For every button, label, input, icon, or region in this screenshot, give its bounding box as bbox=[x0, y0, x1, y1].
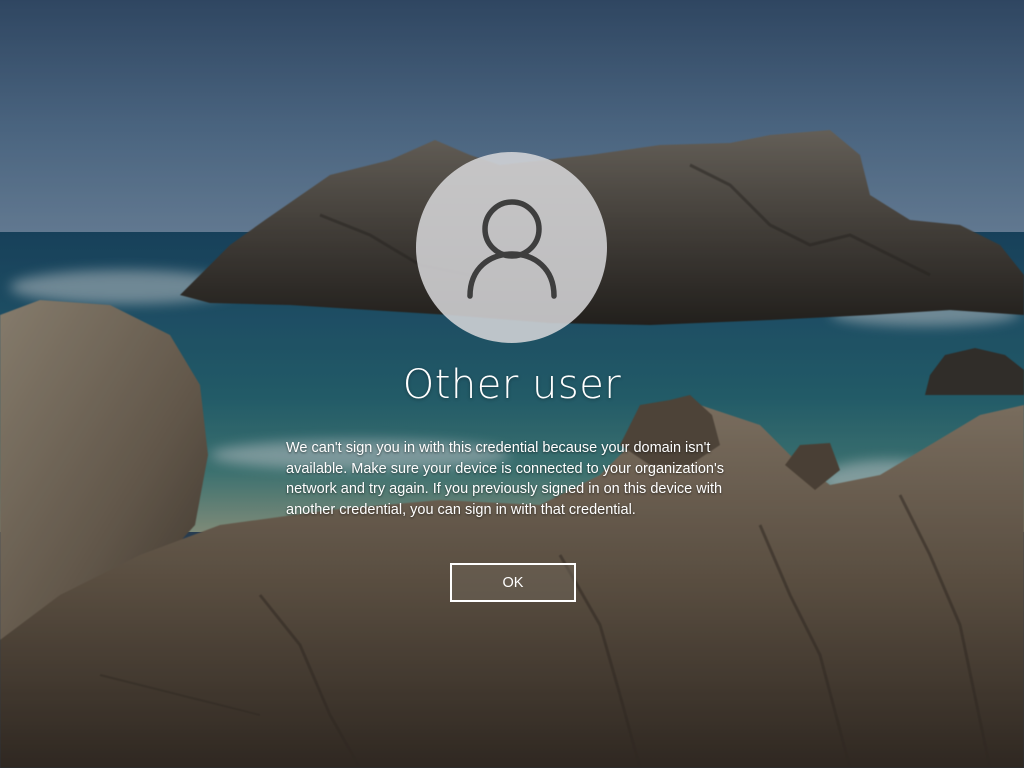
error-message-text: We can't sign you in with this credentia… bbox=[286, 440, 725, 518]
username-label: Other user bbox=[402, 362, 622, 408]
ok-button-label: OK bbox=[502, 574, 524, 591]
ok-button[interactable]: OK bbox=[450, 563, 576, 602]
user-avatar bbox=[416, 152, 607, 343]
error-message: We can't sign you in with this credentia… bbox=[286, 438, 746, 520]
user-silhouette-icon bbox=[464, 196, 560, 300]
lock-screen: Other user We can't sign you in with thi… bbox=[0, 0, 1024, 768]
